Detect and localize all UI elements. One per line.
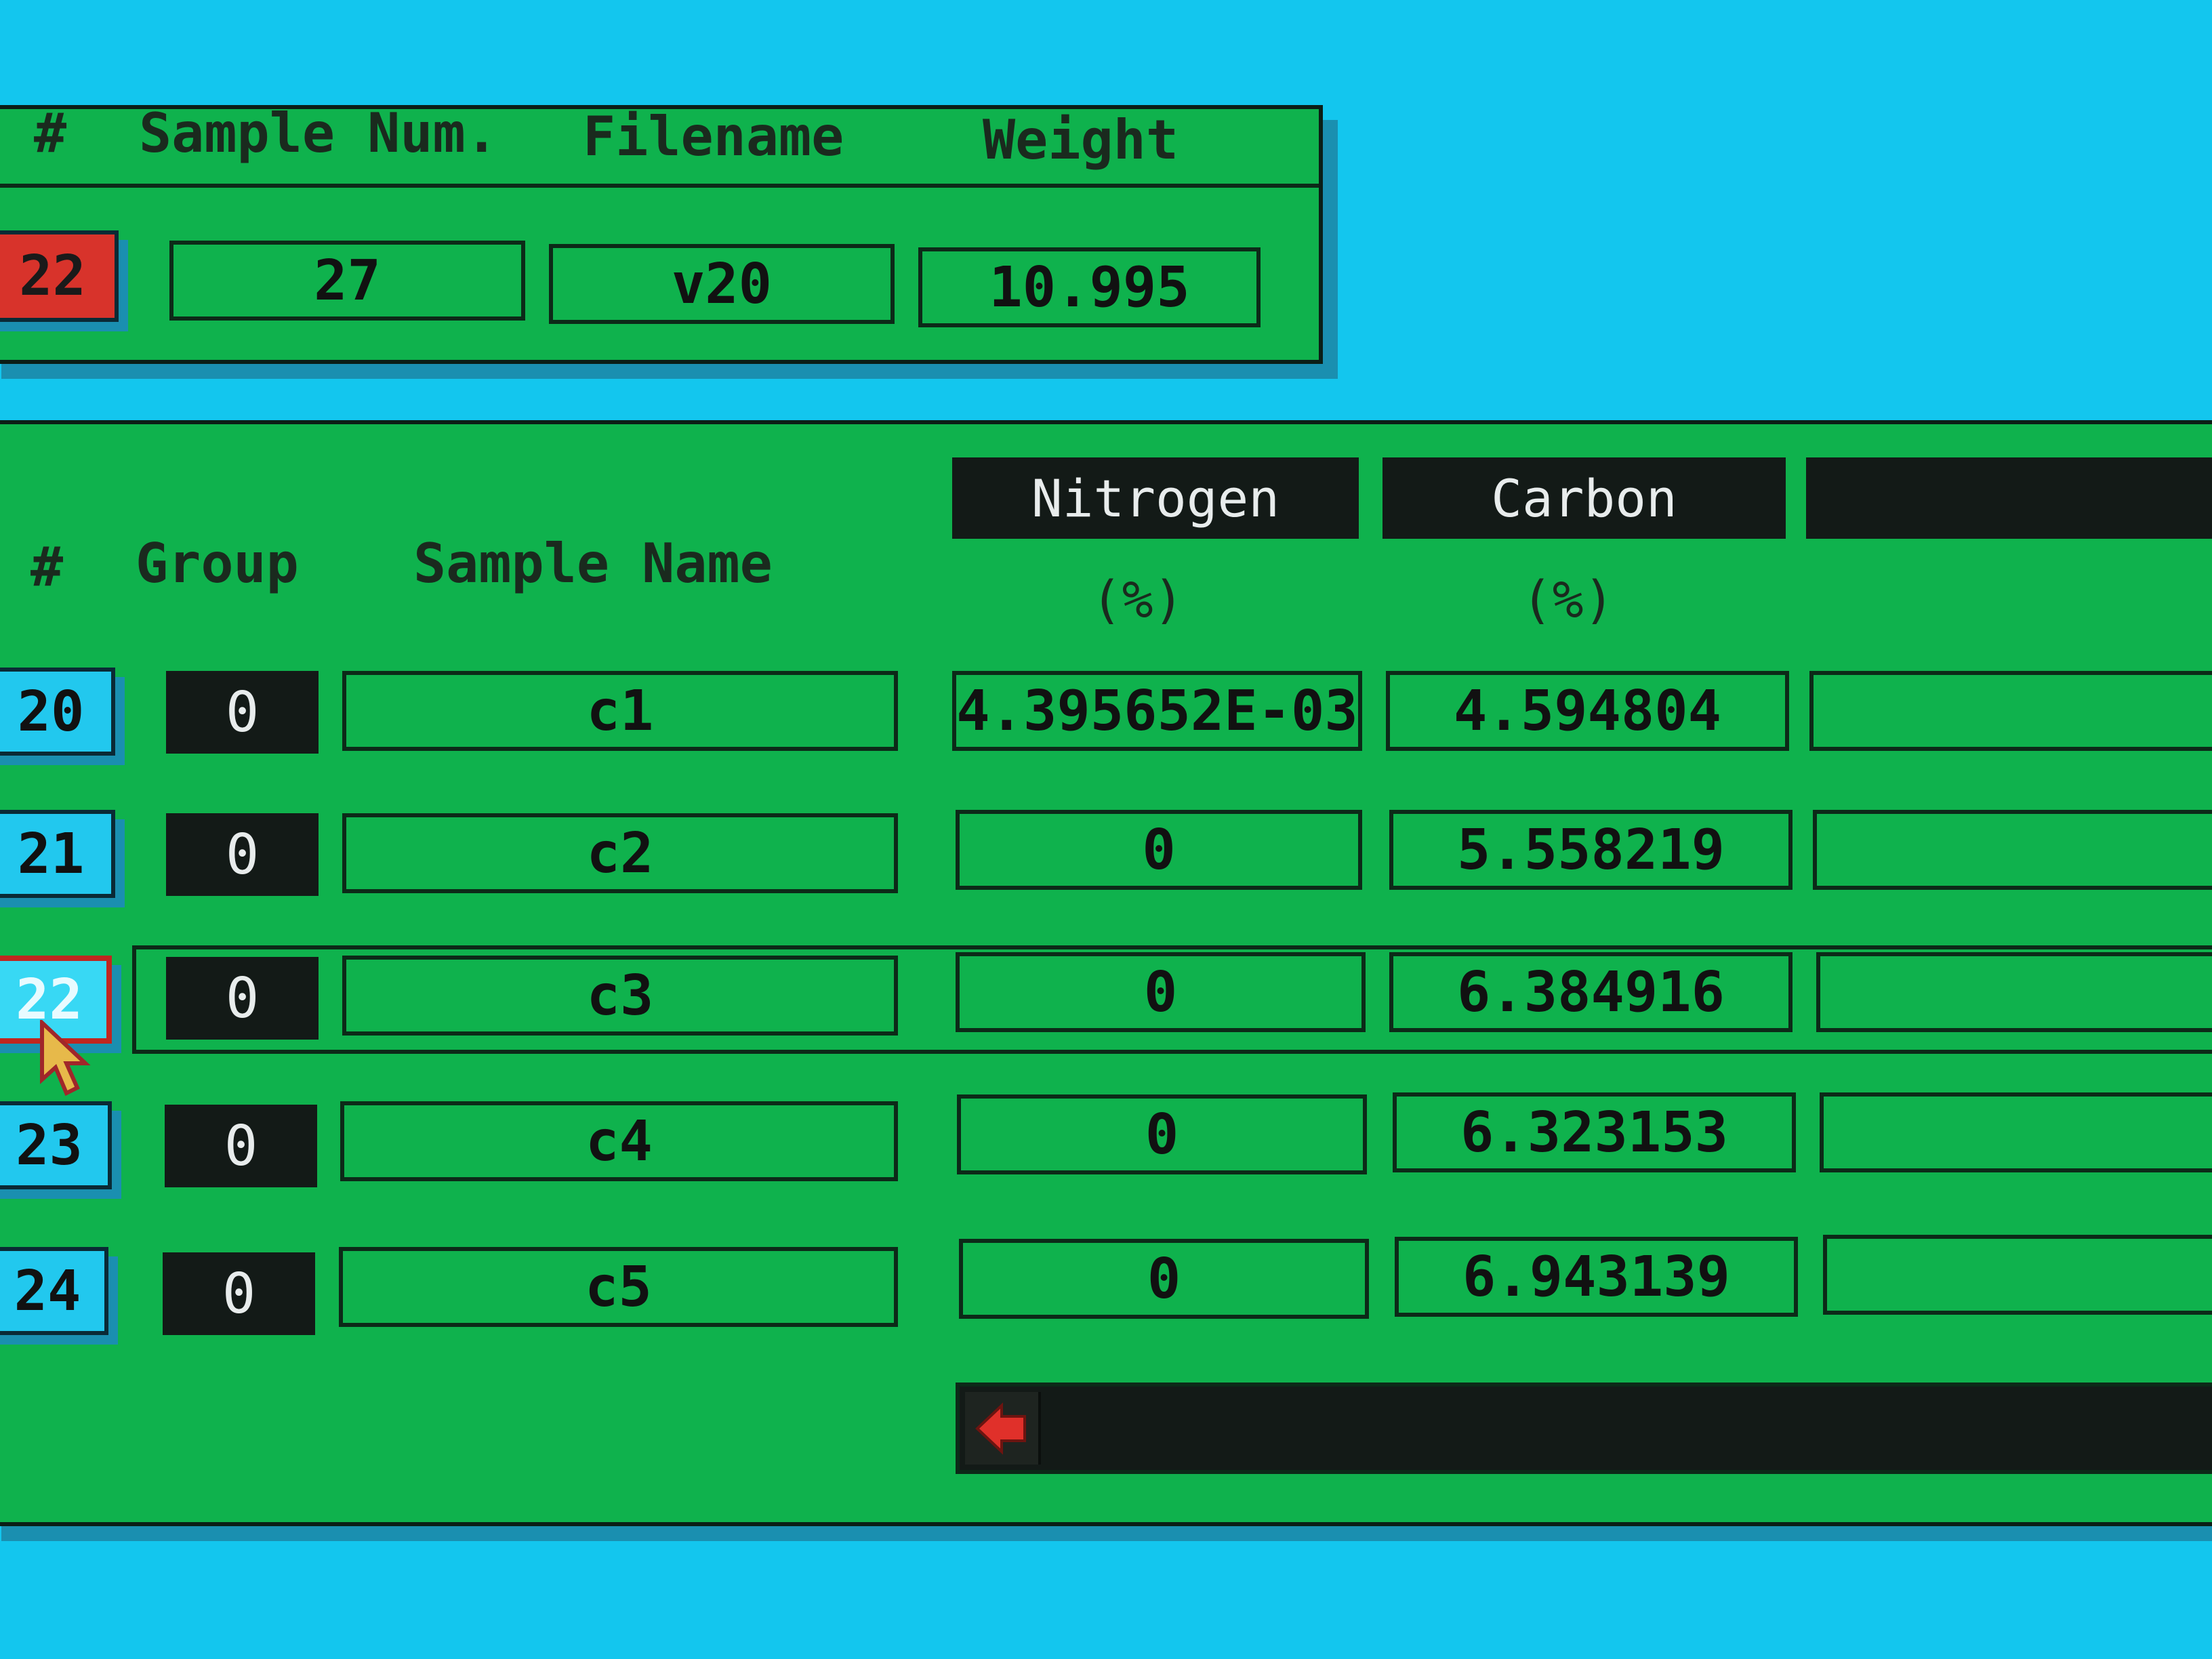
row-nitrogen[interactable]: 0	[956, 952, 1366, 1032]
scroll-left-button[interactable]	[965, 1392, 1041, 1465]
row-sample-name[interactable]: c3	[342, 956, 898, 1036]
row-third[interactable]	[1809, 671, 2212, 751]
row-third[interactable]	[1823, 1235, 2212, 1315]
row-third[interactable]	[1820, 1092, 2212, 1172]
row-carbon[interactable]: 6.323153	[1393, 1092, 1796, 1172]
row-third[interactable]	[1813, 810, 2212, 890]
horizontal-scrollbar[interactable]	[956, 1382, 2212, 1474]
row-index-24[interactable]: 24	[0, 1247, 108, 1335]
row-index-20[interactable]: 20	[0, 668, 115, 756]
header-weight: Weight	[983, 108, 1179, 171]
left-arrow-icon	[975, 1402, 1026, 1455]
row-carbon[interactable]: 5.558219	[1389, 810, 1793, 890]
row-index-23[interactable]: 23	[0, 1101, 112, 1189]
row-group[interactable]: 0	[165, 1105, 317, 1187]
current-index-badge[interactable]: 22	[0, 230, 119, 322]
row-carbon[interactable]: 4.594804	[1386, 671, 1789, 751]
row-nitrogen[interactable]: 0	[956, 810, 1362, 890]
table-header-index: #	[30, 535, 64, 598]
row-group[interactable]: 0	[166, 671, 319, 754]
filename-field[interactable]: v20	[549, 244, 895, 324]
carbon-unit: (%)	[1521, 569, 1615, 630]
row-index-21[interactable]: 21	[0, 810, 115, 898]
row-sample-name[interactable]: c2	[342, 813, 898, 893]
row-carbon[interactable]: 6.943139	[1395, 1237, 1798, 1317]
row-sample-name[interactable]: c4	[340, 1101, 898, 1181]
header-sample-num: Sample Num.	[139, 102, 498, 165]
row-sample-name[interactable]: c1	[342, 671, 898, 751]
row-nitrogen[interactable]: 0	[957, 1094, 1367, 1174]
third-element-header	[1806, 457, 2212, 539]
nitrogen-header: Nitrogen	[952, 457, 1359, 539]
row-group[interactable]: 0	[166, 957, 319, 1040]
table-header-group: Group	[136, 532, 299, 595]
weight-field[interactable]: 10.995	[918, 247, 1261, 327]
row-group[interactable]: 0	[163, 1252, 315, 1335]
row-group[interactable]: 0	[166, 813, 319, 896]
header-index: #	[34, 102, 67, 165]
carbon-header: Carbon	[1382, 457, 1786, 539]
table-header-sample-name: Sample Name	[413, 532, 773, 595]
row-carbon[interactable]: 6.384916	[1389, 952, 1793, 1032]
nitrogen-unit: (%)	[1091, 569, 1185, 630]
header-filename: Filename	[583, 105, 844, 168]
row-nitrogen[interactable]: 4.395652E-03	[952, 671, 1362, 751]
row-sample-name[interactable]: c5	[339, 1247, 898, 1327]
sample-num-field[interactable]: 27	[169, 241, 525, 321]
row-nitrogen[interactable]: 0	[959, 1239, 1369, 1319]
mouse-cursor-icon	[40, 1020, 91, 1097]
row-third[interactable]	[1816, 952, 2212, 1032]
panel-header-divider	[0, 184, 1319, 188]
